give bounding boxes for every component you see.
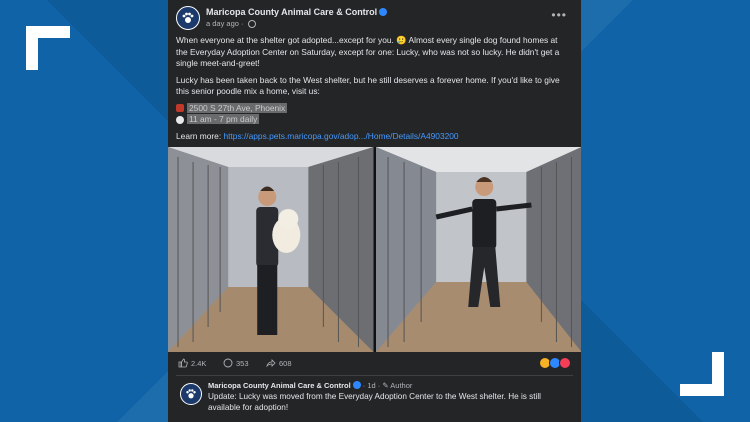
author-comment: Maricopa County Animal Care & Control · … [176,380,573,420]
page-name-link[interactable]: Maricopa County Animal Care & Control [206,7,388,17]
comment-author-name[interactable]: Maricopa County Animal Care & Control [208,381,351,390]
share-count: 608 [279,358,292,368]
comment-action[interactable]: 353 [223,358,249,368]
paw-icon [186,389,196,399]
hours-line: 11 am - 7 pm daily [176,114,568,126]
page-avatar[interactable] [176,6,200,30]
pin-icon [176,104,184,113]
photo-right[interactable] [375,147,581,352]
like-count: 2.4K [191,358,207,368]
photo-grid [168,147,581,352]
reactions-bar: 2.4K 353 608 [178,357,571,371]
address-line: 2500 S 27th Ave, Phoenix [176,102,568,115]
like-action[interactable]: 2.4K [178,358,206,368]
share-icon [266,359,276,368]
post-header: Maricopa County Animal Care & Control a … [176,6,573,34]
comment-count: 353 [236,358,249,368]
bracket-bottom-right [680,352,724,396]
photo-left[interactable] [168,147,374,352]
learn-more-line: Learn more: https://apps.pets.maricopa.g… [176,131,568,143]
page-name[interactable]: Maricopa County Animal Care & Control [206,7,377,17]
reaction-emojis[interactable] [539,357,571,369]
post-paragraph-2: Lucky has been taken back to the West sh… [176,74,560,97]
comment-text: Update: Lucky was moved from the Everyda… [208,392,541,412]
bracket-top-left [26,26,70,70]
clock-icon [176,115,184,124]
comment-author: Maricopa County Animal Care & Control · … [208,381,412,390]
thumbs-up-icon [178,358,188,368]
post-meta: a day ago · [206,19,256,29]
divider [176,375,573,376]
kennel-photo-person [375,147,581,352]
comment-meta: · 1d · ✎ Author [362,381,413,390]
more-options-button[interactable]: ••• [551,8,567,22]
learn-more-label: Learn more: [176,130,224,141]
hours-text: 11 am - 7 pm daily [187,114,260,124]
facebook-post: Maricopa County Animal Care & Control a … [168,0,581,422]
share-action[interactable]: 608 [266,358,292,368]
post-body: When everyone at the shelter got adopted… [176,35,568,142]
learn-more-link[interactable]: https://apps.pets.maricopa.gov/adop.../H… [223,131,458,141]
comment-avatar[interactable] [180,383,202,405]
paw-icon [182,12,194,23]
love-emoji-icon [559,357,571,369]
address-text: 2500 S 27th Ave, Phoenix [187,102,288,113]
post-paragraph-1: When everyone at the shelter got adopted… [176,35,560,68]
comment-icon [223,358,233,368]
post-time[interactable]: a day ago [206,19,239,28]
verified-badge-icon [352,381,361,390]
globe-icon [247,20,256,29]
kennel-photo-with-dog [168,147,374,352]
verified-badge-icon [379,7,388,16]
